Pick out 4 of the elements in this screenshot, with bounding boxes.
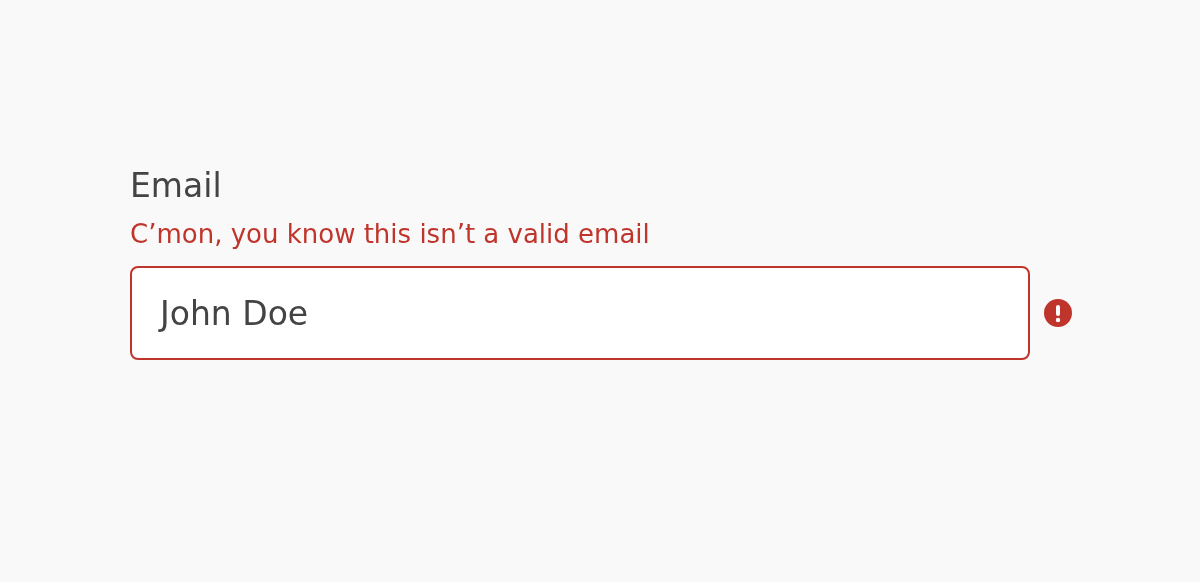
field-label: Email <box>130 166 223 206</box>
email-field[interactable]: John Doe <box>130 266 1030 360</box>
error-message: C’mon, you know this isn’t a valid email <box>130 218 651 251</box>
error-icon <box>1044 299 1072 327</box>
